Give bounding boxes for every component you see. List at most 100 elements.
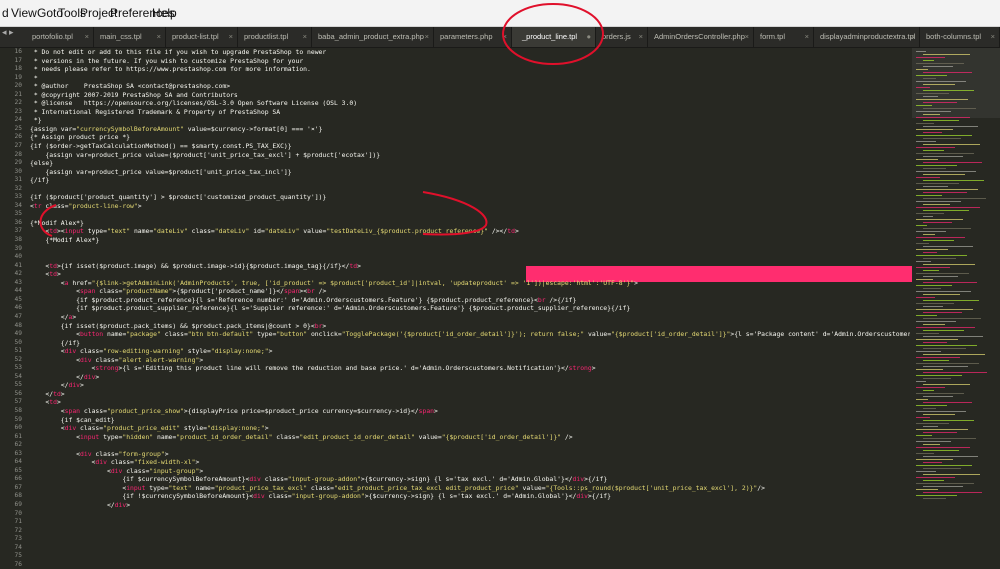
code-line: <div class="alert alert-warning"> <box>30 355 204 364</box>
code-line: {if !$currencySymbolBeforeAmount}<div cl… <box>30 492 612 501</box>
tab-both-columns[interactable]: both-columns.tpl × <box>920 27 1000 47</box>
code-line: * Do not edit or add to this file if you… <box>30 48 327 56</box>
minimap-line <box>923 126 978 127</box>
tab-bar: ◂ ▸ portofolio.tpl × main_css.tpl × produc… <box>0 27 1000 48</box>
minimap-line <box>923 156 963 157</box>
close-icon[interactable]: × <box>639 27 643 47</box>
minimap-line <box>916 165 957 166</box>
tab-product-line[interactable]: _product_line.tpl ● <box>512 27 596 47</box>
minimap-line <box>923 402 972 403</box>
code-line: {* Assign product price *} <box>30 133 131 142</box>
close-icon[interactable]: × <box>745 27 749 47</box>
minimap-line <box>923 426 938 427</box>
minimap-line <box>916 201 961 202</box>
tab-main-css[interactable]: main_css.tpl × <box>94 27 166 47</box>
minimap-line <box>916 351 941 352</box>
line-number: 42 <box>14 270 22 278</box>
tab-product-list[interactable]: product-list.tpl × <box>166 27 238 47</box>
minimap-line <box>923 78 936 79</box>
minimap-line <box>916 261 931 262</box>
minimap-line <box>916 189 978 190</box>
minimap-line <box>923 180 984 181</box>
tab-displayadminproductextra[interactable]: displayadminproductextra.tpl × <box>814 27 920 47</box>
minimap-line <box>923 372 987 373</box>
minimap-line <box>923 222 952 223</box>
minimap-line <box>916 207 980 208</box>
minimap-line <box>923 486 963 487</box>
tab-baba-admin-product-extra[interactable]: baba_admin_product_extra.php × <box>312 27 434 47</box>
tab-scroll-arrows[interactable]: ◂ ▸ <box>2 27 14 38</box>
line-number: 43 <box>14 278 22 286</box>
minimap-line <box>916 147 955 148</box>
line-number: 59 <box>14 415 22 423</box>
minimap-line <box>916 231 946 232</box>
line-number: 38 <box>14 236 22 244</box>
minimap-line <box>923 174 965 175</box>
menu-item-view[interactable]: View <box>11 6 37 20</box>
unsaved-dot-icon[interactable]: ● <box>586 27 591 47</box>
tab-productlist[interactable]: productlist.tpl × <box>238 27 312 47</box>
line-number: 20 <box>14 82 22 90</box>
minimap-line <box>923 258 956 259</box>
minimap-line <box>923 252 937 253</box>
tab-admin-orders-controller[interactable]: AdminOrdersController.php × <box>648 27 754 47</box>
line-number: 33 <box>14 193 22 201</box>
code-line: {assign var=product_price value=($produc… <box>30 150 381 159</box>
code-editor[interactable]: * Do not edit or add to this file if you… <box>30 48 910 508</box>
close-icon[interactable]: × <box>991 27 995 47</box>
code-line: <div class="row-editing-warning" style="… <box>30 347 273 356</box>
code-line: {*Modif Alex*} <box>30 236 100 245</box>
minimap-line <box>923 138 961 139</box>
minimap-line <box>916 75 947 76</box>
code-line: <strong>{l s='Editing this product line … <box>30 364 596 373</box>
code-line: * <box>30 73 38 82</box>
menu-item-file[interactable]: d <box>2 6 9 20</box>
minimap-line <box>923 300 979 301</box>
minimap-line <box>923 378 951 379</box>
close-icon[interactable]: × <box>911 27 915 47</box>
minimap-line <box>916 69 928 70</box>
minimap-line <box>916 483 974 484</box>
minimap-line <box>916 219 963 220</box>
line-number: 75 <box>14 552 22 560</box>
minimap-line <box>916 375 962 376</box>
line-number: 41 <box>14 261 22 269</box>
line-number: 68 <box>14 492 22 500</box>
close-icon[interactable]: × <box>85 27 89 47</box>
tab-orders-js[interactable]: orders.js × <box>596 27 648 47</box>
minimap-line <box>916 429 968 430</box>
close-icon[interactable]: × <box>425 27 429 47</box>
minimap-line <box>923 342 947 343</box>
menu-item-help[interactable]: Help <box>152 6 177 20</box>
minimap-line <box>923 84 955 85</box>
minimap-line <box>923 408 936 409</box>
close-icon[interactable]: × <box>157 27 161 47</box>
minimap-line <box>916 459 953 460</box>
tab-form-tpl[interactable]: form.tpl × <box>754 27 814 47</box>
close-icon[interactable]: × <box>229 27 233 47</box>
close-icon[interactable]: × <box>503 27 507 47</box>
line-number: 39 <box>14 244 22 252</box>
minimap-line <box>923 420 974 421</box>
tab-label: displayadminproductextra.tpl <box>820 32 916 41</box>
code-line: {if $product.product_reference}{l s='Ref… <box>30 295 577 304</box>
minimap-line <box>923 54 970 55</box>
line-number: 44 <box>14 287 22 295</box>
close-icon[interactable]: × <box>805 27 809 47</box>
code-line: {else} <box>30 159 54 168</box>
line-number-gutter: 16 17 18 19 20 21 22 23 24 25 26 27 28 29 30 31 32 33 34 35… <box>0 48 24 568</box>
minimap-line <box>923 480 944 481</box>
minimap[interactable] <box>912 48 1000 508</box>
tab-portofolio[interactable]: portofolio.tpl × <box>26 27 94 47</box>
tab-label: productlist.tpl <box>244 32 289 41</box>
minimap-line <box>916 141 936 142</box>
code-line: {if $product.product_supplier_reference}… <box>30 304 631 313</box>
minimap-line <box>916 489 938 490</box>
close-icon[interactable]: × <box>303 27 307 47</box>
minimap-line <box>916 423 949 424</box>
minimap-line <box>916 213 944 214</box>
minimap-line <box>916 87 930 88</box>
tab-parameters[interactable]: parameters.php × <box>434 27 512 47</box>
code-line: <input type="text" name="product_price_t… <box>30 483 765 492</box>
